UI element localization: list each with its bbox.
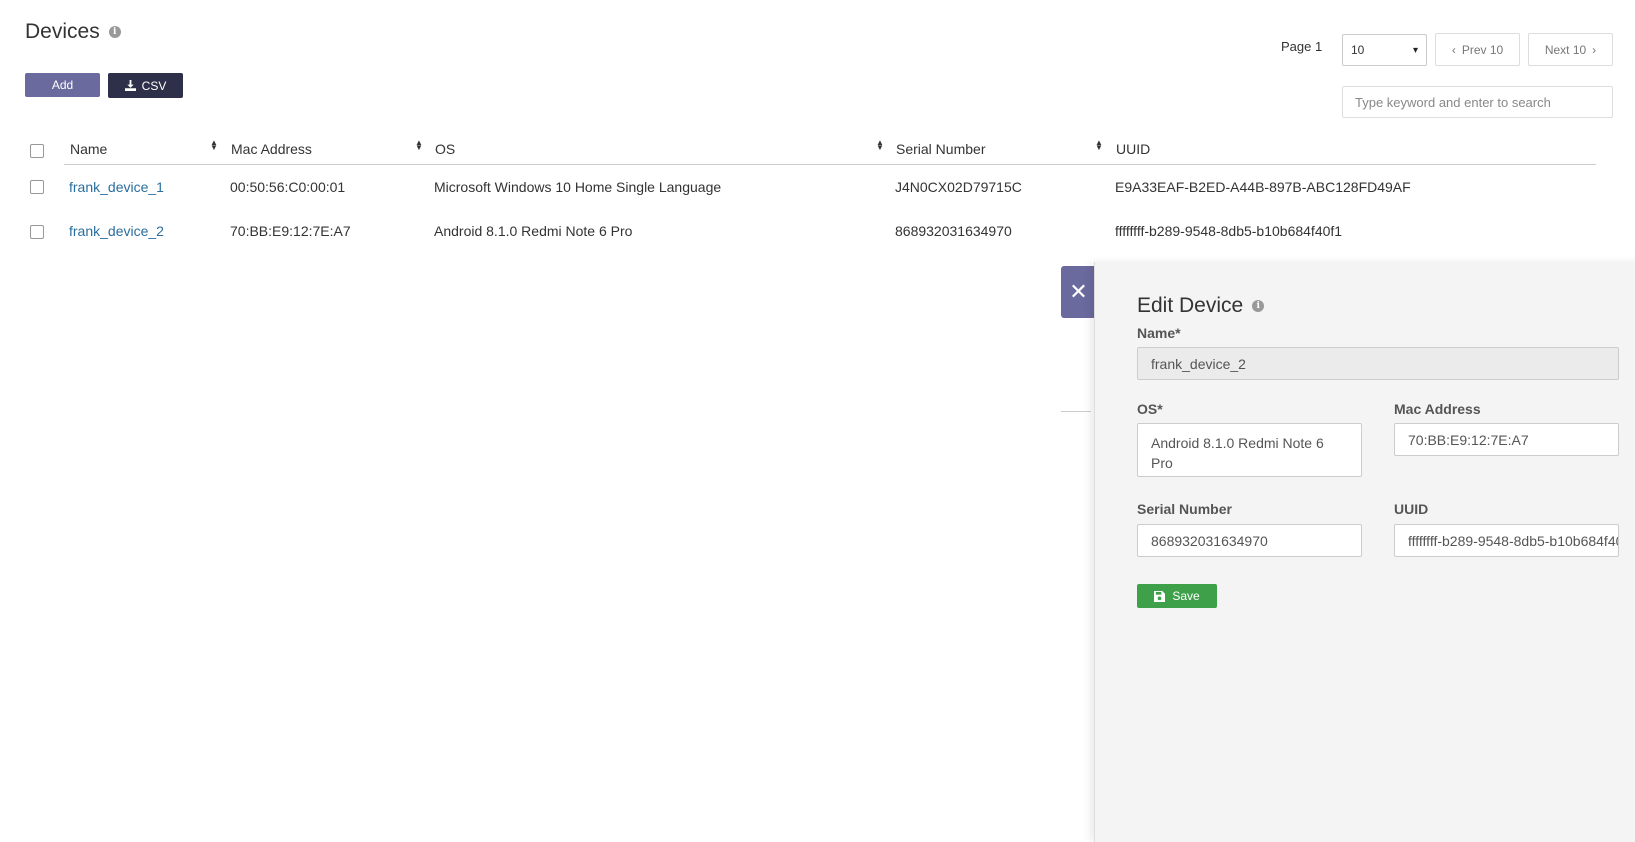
add-button[interactable]: Add	[25, 73, 100, 97]
next-page-label: Next 10	[1544, 42, 1587, 57]
close-icon: ✕	[1069, 279, 1088, 304]
name-field[interactable]: frank_device_2	[1137, 347, 1619, 380]
cell-uuid: E9A33EAF-B2ED-A44B-897B-ABC128FD49AF	[1115, 179, 1411, 195]
column-header-serial[interactable]: Serial Number	[896, 141, 985, 157]
info-icon[interactable]: i	[108, 26, 121, 38]
cell-uuid: ffffffff-b289-9548-8db5-b10b684f40f1	[1115, 223, 1343, 239]
cell-os: Microsoft Windows 10 Home Single Languag…	[434, 179, 722, 195]
download-icon	[124, 80, 136, 91]
header-divider	[64, 164, 1596, 165]
column-header-mac[interactable]: Mac Address	[231, 141, 312, 157]
prev-page-label: Prev 10	[1461, 42, 1504, 57]
sort-icon[interactable]: ▲ ▼	[210, 139, 218, 152]
select-all-checkbox[interactable]	[30, 144, 44, 158]
device-name-link[interactable]: frank_device_1	[69, 179, 164, 195]
page-size-value: 10	[1351, 43, 1365, 57]
cell-mac: 70:BB:E9:12:7E:A7	[230, 223, 351, 239]
prev-page-button[interactable]: ‹ Prev 10	[1435, 33, 1520, 66]
cell-os: Android 8.1.0 Redmi Note 6 Pro	[434, 223, 633, 239]
column-header-name[interactable]: Name	[70, 141, 107, 157]
os-field[interactable]: Android 8.1.0 Redmi Note 6 Pro	[1137, 423, 1362, 477]
column-header-os[interactable]: OS	[435, 141, 455, 157]
csv-button-label: CSV	[141, 78, 167, 93]
chevron-left-icon: ‹	[1451, 42, 1456, 57]
info-icon[interactable]: i	[1252, 300, 1265, 312]
mac-label: Mac Address	[1394, 401, 1481, 417]
page-title: Devices i	[25, 20, 121, 44]
os-label: OS*	[1137, 401, 1163, 417]
serial-label: Serial Number	[1137, 501, 1232, 517]
page-indicator: Page 1	[1281, 39, 1323, 54]
sort-icon[interactable]: ▲ ▼	[876, 139, 884, 152]
save-icon	[1154, 590, 1166, 602]
save-button-label: Save	[1172, 589, 1200, 603]
panel-title: Edit Device i	[1137, 294, 1265, 318]
edit-device-panel: Edit Device i Name* frank_device_2 OS* A…	[1094, 262, 1635, 842]
page-title-text: Devices	[25, 20, 100, 43]
panel-title-text: Edit Device	[1137, 294, 1244, 317]
cell-mac: 00:50:56:C0:00:01	[230, 179, 346, 195]
serial-field[interactable]: 868932031634970	[1137, 524, 1362, 557]
divider	[1061, 411, 1091, 412]
row-checkbox[interactable]	[30, 225, 44, 239]
device-name-link[interactable]: frank_device_2	[69, 223, 164, 239]
sort-icon[interactable]: ▲ ▼	[415, 139, 423, 152]
row-checkbox[interactable]	[30, 180, 44, 194]
cell-serial: 868932031634970	[895, 223, 1012, 239]
next-page-button[interactable]: Next 10 ›	[1528, 33, 1613, 66]
mac-field[interactable]: 70:BB:E9:12:7E:A7	[1394, 423, 1619, 456]
name-label: Name*	[1137, 325, 1181, 341]
page-size-select[interactable]: 10 ▾	[1342, 34, 1427, 66]
uuid-field[interactable]: ffffffff-b289-9548-8db5-b10b684f40f1	[1394, 524, 1619, 557]
uuid-label: UUID	[1394, 501, 1429, 517]
sort-icon[interactable]: ▲ ▼	[1095, 139, 1103, 152]
chevron-down-icon: ▾	[1412, 44, 1418, 56]
save-button[interactable]: Save	[1137, 584, 1217, 608]
column-header-uuid[interactable]: UUID	[1116, 141, 1150, 157]
search-input[interactable]	[1342, 86, 1613, 118]
csv-button[interactable]: CSV	[108, 73, 183, 98]
close-panel-button[interactable]: ✕	[1061, 266, 1096, 318]
cell-serial: J4N0CX02D79715C	[895, 179, 1022, 195]
chevron-right-icon: ›	[1592, 42, 1597, 57]
